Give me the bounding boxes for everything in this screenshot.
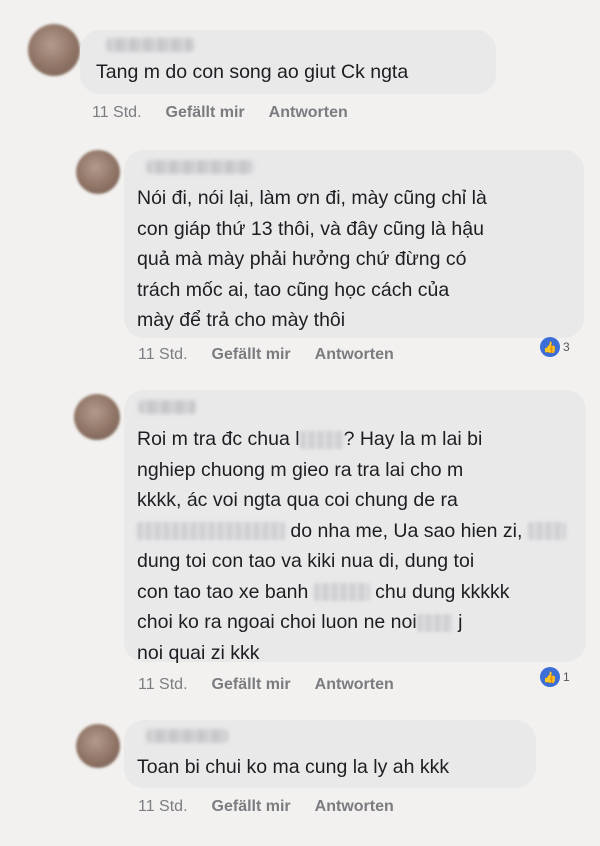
avatar[interactable] [28,24,80,76]
comment-actions: 11 Std. Gefällt mir Antworten [138,346,418,364]
comment-bubble: Tang m do con song ao giut Ck ngta [80,30,496,94]
reaction-summary[interactable]: 👍 1 [540,667,570,687]
comment-bubble: Toan bi chui ko ma cung la ly ah kkk [124,720,536,788]
reply-link[interactable]: Antworten [269,104,348,121]
comment-line: Roi m tra đc chua l? Hay la m lai bi [137,428,483,450]
comment-line: do nha me, Ua sao hien zi, [137,516,566,547]
avatar[interactable] [74,394,120,440]
avatar[interactable] [76,150,120,194]
comment-actions: 11 Std. Gefällt mir Antworten [138,676,418,694]
comment-bubble: Roi m tra đc chua l? Hay la m lai bi ngh… [124,390,586,664]
avatar[interactable] [76,724,120,768]
censored-word [416,613,453,632]
comment-line: choi ko ra ngoai choi luon ne noi j [137,611,463,633]
comment-text: Toan bi chui ko ma cung la ly ah kkk [137,756,450,778]
comment-text: Nói đi, nói lại, làm ơn đi, mày cũng chỉ… [137,187,487,331]
reaction-count: 3 [563,340,570,354]
comment-bubble: Nói đi, nói lại, làm ơn đi, mày cũng chỉ… [124,150,584,338]
comment-line: nghiep chuong m gieo ra tra lai cho m [137,458,464,481]
like-link[interactable]: Gefällt mir [212,798,291,815]
reply-link[interactable]: Antworten [315,676,394,693]
timestamp[interactable]: 11 Std. [138,676,188,693]
censored-word [299,430,344,449]
comment-actions: 11 Std. Gefällt mir Antworten [92,104,372,122]
author-name-blurred[interactable] [106,38,194,52]
like-link[interactable]: Gefällt mir [212,676,291,693]
timestamp[interactable]: 11 Std. [138,798,188,815]
thumbs-up-icon: 👍 [540,337,560,357]
censored-word [313,583,370,602]
comment-line: con tao tao xe banh chu dung kkkkk [137,580,510,603]
thumbs-up-icon: 👍 [540,667,560,687]
author-name-blurred[interactable] [138,400,196,414]
comment-actions: 11 Std. Gefällt mir Antworten [138,798,418,816]
censored-word [137,522,285,541]
like-link[interactable]: Gefällt mir [212,346,291,363]
comment-text: Tang m do con song ao giut Ck ngta [96,61,409,83]
timestamp[interactable]: 11 Std. [92,104,142,121]
reaction-summary[interactable]: 👍 3 [540,337,570,357]
author-name-blurred[interactable] [146,160,254,174]
censored-word [527,522,566,541]
like-link[interactable]: Gefällt mir [166,104,245,121]
reply-link[interactable]: Antworten [315,798,394,815]
comment-line: kkkk, ác voi ngta qua coi chung de ra [137,489,458,511]
reply-link[interactable]: Antworten [315,346,394,363]
comment-line: noi quai zi kkk [137,641,260,664]
reaction-count: 1 [563,670,570,684]
timestamp[interactable]: 11 Std. [138,346,188,363]
comment-line: dung toi con tao va kiki nua di, dung to… [137,550,475,572]
author-name-blurred[interactable] [146,729,228,743]
